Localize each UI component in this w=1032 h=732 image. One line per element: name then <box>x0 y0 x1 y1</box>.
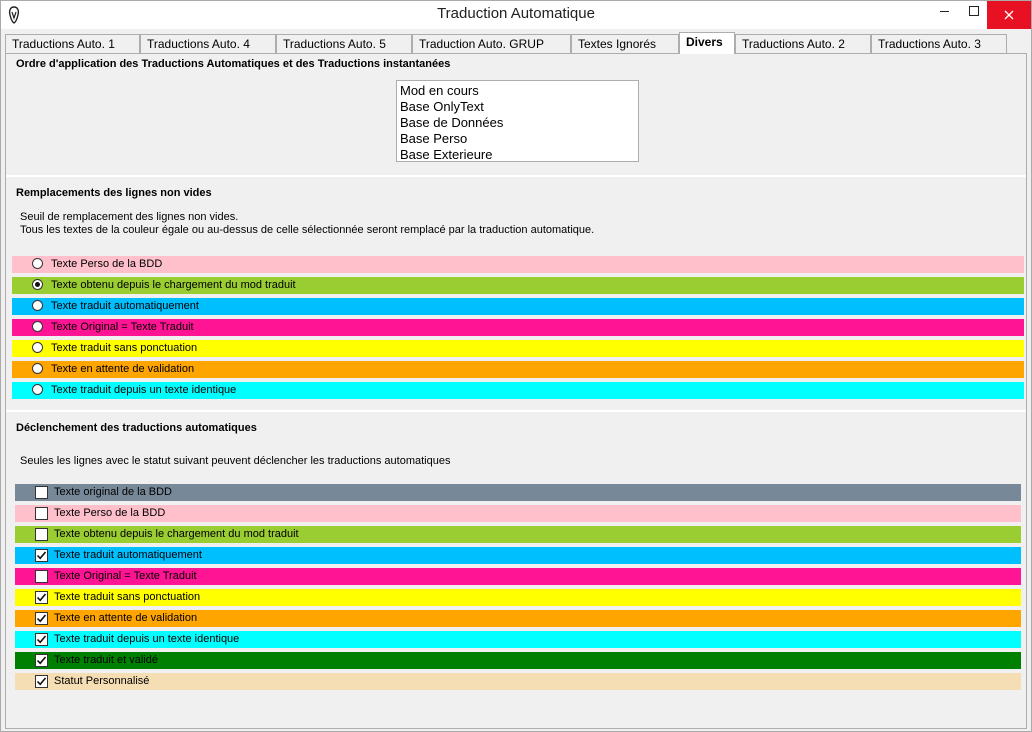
checkbox[interactable] <box>35 633 48 646</box>
trigger-option-label: Texte Original = Texte Traduit <box>54 570 197 582</box>
checkbox[interactable] <box>35 591 48 604</box>
close-icon <box>1004 10 1014 20</box>
tab-traduction-auto-grup[interactable]: Traduction Auto. GRUP <box>412 34 571 53</box>
radio-button[interactable] <box>32 321 43 332</box>
checkbox[interactable] <box>35 675 48 688</box>
tab-traductions-auto-1[interactable]: Traductions Auto. 1 <box>5 34 140 53</box>
trigger-option-label: Texte obtenu depuis le chargement du mod… <box>54 528 299 540</box>
order-section-title: Ordre d'application des Traductions Auto… <box>16 58 451 70</box>
order-list-item[interactable]: Base OnlyText <box>400 99 635 115</box>
trigger-option-row[interactable]: Texte traduit depuis un texte identique <box>15 631 1021 648</box>
checkmark-icon <box>36 677 47 686</box>
replace-option-label: Texte en attente de validation <box>51 363 195 375</box>
trigger-option-label: Texte traduit depuis un texte identique <box>54 633 240 645</box>
window-title: Traduction Automatique <box>437 5 595 22</box>
trigger-option-label: Texte traduit automatiquement <box>54 549 202 561</box>
checkmark-icon <box>36 593 47 602</box>
maximize-icon <box>969 6 979 16</box>
trigger-option-row[interactable]: Texte traduit sans ponctuation <box>15 589 1021 606</box>
replace-option-row[interactable]: Texte traduit sans ponctuation <box>12 340 1024 357</box>
checkmark-icon <box>36 614 47 623</box>
order-list-item[interactable]: Base de Données <box>400 115 635 131</box>
tab-traductions-auto-4[interactable]: Traductions Auto. 4 <box>140 34 276 53</box>
close-button[interactable] <box>987 1 1031 29</box>
radio-button[interactable] <box>32 279 43 290</box>
trigger-option-row[interactable]: Statut Personnalisé <box>15 673 1021 690</box>
replace-option-label: Texte traduit sans ponctuation <box>51 342 198 354</box>
tab-divers[interactable]: Divers <box>679 32 735 54</box>
trigger-option-row[interactable]: Texte traduit automatiquement <box>15 547 1021 564</box>
replace-desc-line1: Seuil de remplacement des lignes non vid… <box>20 211 239 223</box>
replace-option-label: Texte Original = Texte Traduit <box>51 321 194 333</box>
order-list-item[interactable]: Base Perso <box>400 131 635 147</box>
checkbox[interactable] <box>35 528 48 541</box>
tab-traductions-auto-5[interactable]: Traductions Auto. 5 <box>276 34 412 53</box>
radio-button[interactable] <box>32 300 43 311</box>
title-bar: Traduction Automatique <box>1 1 1031 29</box>
replace-option-row[interactable]: Texte obtenu depuis le chargement du mod… <box>12 277 1024 294</box>
replace-option-label: Texte traduit automatiquement <box>51 300 199 312</box>
tab-textes-ignores[interactable]: Textes Ignorés <box>571 34 679 53</box>
trigger-option-row[interactable]: Texte Original = Texte Traduit <box>15 568 1021 585</box>
replace-option-row[interactable]: Texte traduit depuis un texte identique <box>12 382 1024 399</box>
minimize-icon <box>939 10 949 12</box>
trigger-option-label: Texte traduit sans ponctuation <box>54 591 201 603</box>
divers-panel: Ordre d'application des Traductions Auto… <box>5 53 1027 729</box>
trigger-option-label: Texte Perso de la BDD <box>54 507 166 519</box>
divider <box>6 410 1026 412</box>
trigger-option-label: Texte traduit et validé <box>54 654 158 666</box>
checkbox[interactable] <box>35 570 48 583</box>
checkmark-icon <box>36 551 47 560</box>
replace-option-row[interactable]: Texte en attente de validation <box>12 361 1024 378</box>
trigger-option-row[interactable]: Texte original de la BDD <box>15 484 1021 501</box>
trigger-option-row[interactable]: Texte obtenu depuis le chargement du mod… <box>15 526 1021 543</box>
trigger-option-label: Texte original de la BDD <box>54 486 173 498</box>
replace-option-label: Texte Perso de la BDD <box>51 258 163 270</box>
replace-desc-line2: Tous les textes de la couleur égale ou a… <box>20 224 595 236</box>
radio-button[interactable] <box>32 342 43 353</box>
replace-option-label: Texte traduit depuis un texte identique <box>51 384 237 396</box>
trigger-option-label: Statut Personnalisé <box>54 675 150 687</box>
trigger-option-row[interactable]: Texte Perso de la BDD <box>15 505 1021 522</box>
trigger-desc: Seules les lignes avec le statut suivant… <box>20 455 451 467</box>
replace-option-label: Texte obtenu depuis le chargement du mod… <box>51 279 296 291</box>
checkbox[interactable] <box>35 507 48 520</box>
checkbox[interactable] <box>35 549 48 562</box>
order-listbox[interactable]: Mod en cours Base OnlyText Base de Donné… <box>396 80 639 162</box>
radio-button[interactable] <box>32 258 43 269</box>
checkmark-icon <box>36 656 47 665</box>
trigger-section-title: Déclenchement des traductions automatiqu… <box>16 422 257 434</box>
radio-button[interactable] <box>32 384 43 395</box>
trigger-option-row[interactable]: Texte traduit et validé <box>15 652 1021 669</box>
trigger-option-row[interactable]: Texte en attente de validation <box>15 610 1021 627</box>
app-window: Traduction Automatique Traductions Auto.… <box>0 0 1032 732</box>
checkbox[interactable] <box>35 486 48 499</box>
replace-section-title: Remplacements des lignes non vides <box>16 187 212 199</box>
order-list-item[interactable]: Base Exterieure <box>400 147 635 163</box>
tab-traductions-auto-2[interactable]: Traductions Auto. 2 <box>735 34 871 53</box>
checkbox[interactable] <box>35 612 48 625</box>
tab-strip: Traductions Auto. 1 Traductions Auto. 4 … <box>5 32 1029 54</box>
radio-button[interactable] <box>32 363 43 374</box>
replace-option-row[interactable]: Texte traduit automatiquement <box>12 298 1024 315</box>
replace-option-row[interactable]: Texte Original = Texte Traduit <box>12 319 1024 336</box>
order-list-item[interactable]: Mod en cours <box>400 83 635 99</box>
replace-option-row[interactable]: Texte Perso de la BDD <box>12 256 1024 273</box>
divider <box>6 175 1026 177</box>
checkbox[interactable] <box>35 654 48 667</box>
checkmark-icon <box>36 635 47 644</box>
trigger-option-label: Texte en attente de validation <box>54 612 198 624</box>
tab-traductions-auto-3[interactable]: Traductions Auto. 3 <box>871 34 1007 53</box>
